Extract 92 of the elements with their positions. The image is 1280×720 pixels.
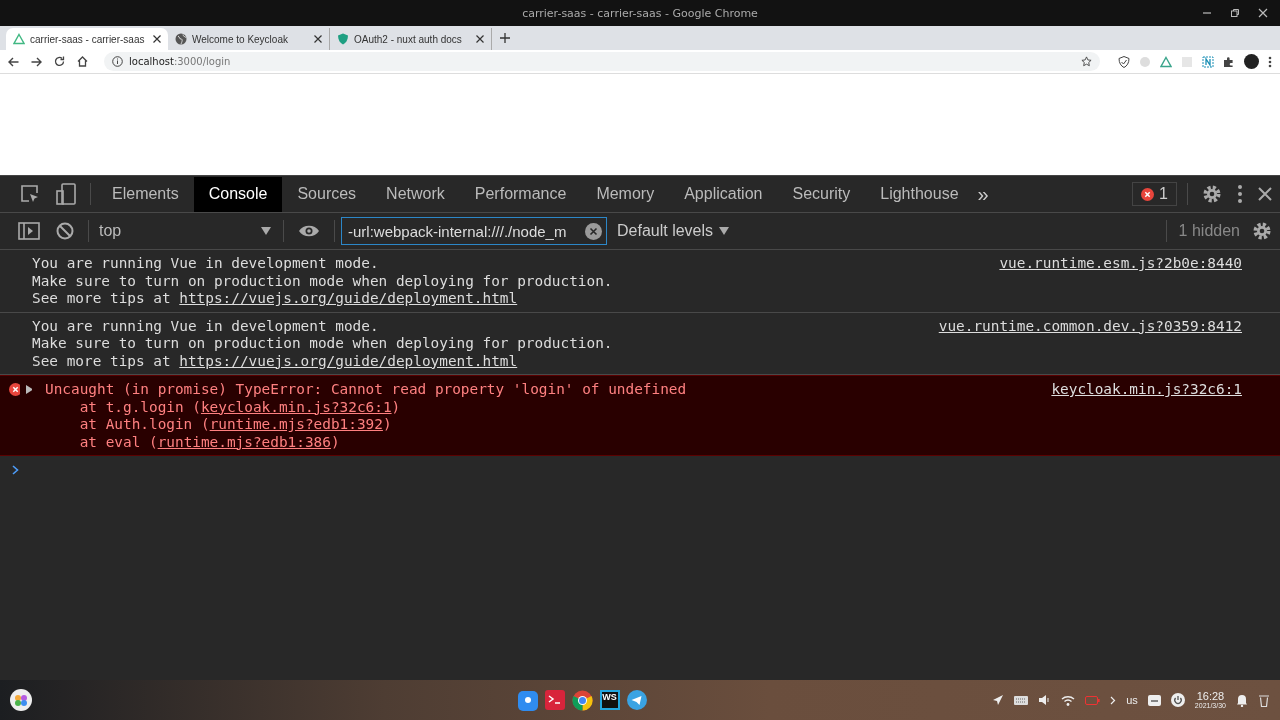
ide-icon[interactable]: WS bbox=[599, 690, 620, 710]
inspect-icon[interactable] bbox=[20, 184, 40, 204]
browser-tab[interactable]: carrier-saas - carrier-saas bbox=[6, 28, 168, 50]
url-text: localhost:3000/login bbox=[129, 56, 232, 67]
panel-tab[interactable]: Network bbox=[371, 176, 460, 212]
message-line: Uncaught (in promise) TypeError: Cannot read property 'login' of undefined bbox=[45, 381, 688, 399]
message-link[interactable]: runtime.mjs?edb1:386 bbox=[157, 433, 331, 450]
device-icon[interactable] bbox=[56, 183, 76, 205]
panel-tab[interactable]: Memory bbox=[581, 176, 670, 212]
panel-tab[interactable]: Lighthouse bbox=[865, 176, 974, 212]
message-line: You are running Vue in development mode. bbox=[32, 255, 380, 273]
shield-icon[interactable] bbox=[1118, 55, 1130, 68]
wifi-icon[interactable] bbox=[1061, 694, 1076, 706]
source-link[interactable]: vue.runtime.common.dev.js?0359:8412 bbox=[938, 317, 1242, 335]
log-levels-dropdown[interactable]: Default levels bbox=[617, 222, 730, 240]
notification-center-icon[interactable] bbox=[1147, 694, 1161, 706]
error-icon bbox=[1141, 187, 1155, 201]
back-icon[interactable] bbox=[8, 56, 19, 67]
message-line: See more tips at https://vuejs.org/guide/deployment.html bbox=[32, 352, 519, 370]
new-tab-icon[interactable] bbox=[500, 33, 510, 43]
trash-icon[interactable] bbox=[1258, 693, 1270, 707]
more-options-icon[interactable] bbox=[1238, 185, 1242, 203]
context-dropdown[interactable]: top bbox=[95, 222, 277, 240]
restore-icon[interactable] bbox=[1230, 8, 1240, 18]
extension-icon[interactable] bbox=[1202, 55, 1214, 68]
message-line: at eval (runtime.mjs?edb1:386) bbox=[78, 433, 341, 451]
message-line: See more tips at https://vuejs.org/guide/deployment.html bbox=[32, 290, 519, 308]
puzzle-icon[interactable] bbox=[1223, 55, 1235, 68]
star-icon[interactable] bbox=[1081, 56, 1092, 67]
filter-field[interactable]: -url:webpack-internal:///./node_m bbox=[341, 217, 607, 245]
forward-icon[interactable] bbox=[31, 56, 42, 67]
power-icon[interactable] bbox=[1170, 693, 1185, 707]
settings-icon[interactable] bbox=[1202, 184, 1222, 204]
panel-tab[interactable]: Elements bbox=[97, 176, 194, 212]
error-count: 1 bbox=[1159, 185, 1168, 203]
message-line: Make sure to turn on production mode when deploying for production. bbox=[32, 335, 614, 353]
message-link[interactable]: https://vuejs.org/guide/deployment.html bbox=[179, 352, 518, 369]
shield-icon bbox=[337, 33, 349, 45]
panel-tab[interactable]: Security bbox=[777, 176, 866, 212]
triangle-icon bbox=[13, 33, 25, 45]
message-line: You are running Vue in development mode. bbox=[32, 317, 380, 335]
menu-icon[interactable] bbox=[1268, 55, 1272, 68]
message-line: at Auth.login (runtime.mjs?edb1:392) bbox=[78, 416, 393, 434]
keyboard-icon[interactable] bbox=[1014, 695, 1029, 705]
panel-tab[interactable]: Performance bbox=[459, 176, 582, 212]
address-bar[interactable]: localhost:3000/login bbox=[104, 52, 1100, 71]
bell-icon[interactable] bbox=[1236, 693, 1248, 707]
avatar-icon[interactable] bbox=[1244, 54, 1259, 69]
panel-tab[interactable]: Application bbox=[669, 176, 778, 212]
globe-icon bbox=[175, 33, 187, 45]
panel-tab[interactable]: Console bbox=[193, 176, 283, 212]
keyboard-layout[interactable]: us bbox=[1126, 694, 1138, 706]
location-icon[interactable] bbox=[992, 694, 1005, 706]
message-link[interactable]: runtime.mjs?edb1:392 bbox=[209, 416, 383, 432]
message-line: at t.g.login (keycloak.min.js?32c6:1) bbox=[78, 398, 402, 416]
message-link[interactable]: https://vuejs.org/guide/deployment.html bbox=[179, 290, 518, 306]
triangle-icon[interactable] bbox=[1160, 55, 1172, 68]
send-icon[interactable] bbox=[626, 690, 647, 710]
clear-console-icon[interactable] bbox=[56, 222, 74, 240]
clear-icon[interactable] bbox=[585, 222, 602, 240]
window-title: carrier-saas - carrier-saas - Google Chrome bbox=[522, 6, 758, 20]
volume-icon[interactable] bbox=[1038, 694, 1052, 706]
source-link[interactable]: vue.runtime.esm.js?2b0e:8440 bbox=[999, 255, 1242, 273]
more-panels-button[interactable]: » bbox=[977, 182, 989, 206]
settings-icon[interactable] bbox=[1252, 221, 1272, 241]
error-count-badge[interactable]: 1 bbox=[1132, 182, 1177, 206]
home-icon[interactable] bbox=[77, 56, 88, 67]
close-icon[interactable] bbox=[1258, 187, 1272, 201]
close-icon[interactable] bbox=[153, 35, 161, 43]
close-icon[interactable] bbox=[476, 35, 484, 43]
expand-arrow-icon[interactable] bbox=[26, 385, 32, 394]
reload-icon[interactable] bbox=[54, 56, 65, 67]
terminal-icon[interactable] bbox=[544, 690, 565, 710]
close-icon[interactable] bbox=[1258, 8, 1268, 18]
clock-time[interactable]: 16:28 bbox=[1196, 691, 1225, 702]
prompt-icon[interactable] bbox=[12, 465, 19, 475]
eye-icon[interactable] bbox=[298, 224, 320, 238]
message-link[interactable]: keycloak.min.js?32c6:1 bbox=[200, 398, 392, 415]
panel-tab[interactable]: Sources bbox=[282, 176, 372, 212]
browser-icon[interactable] bbox=[571, 689, 593, 711]
error-icon bbox=[9, 383, 21, 396]
sidebar-toggle-icon[interactable] bbox=[18, 222, 40, 240]
chevron-icon[interactable] bbox=[1110, 695, 1117, 705]
dropdown-arrow-icon bbox=[719, 227, 730, 235]
launcher-icon[interactable] bbox=[10, 689, 32, 711]
info-icon bbox=[112, 56, 123, 67]
dropdown-arrow-icon bbox=[261, 227, 271, 235]
close-icon[interactable] bbox=[314, 35, 322, 43]
source-link[interactable]: keycloak.min.js?32c6:1 bbox=[1051, 381, 1242, 399]
message-line: Make sure to turn on production mode when deploying for production. bbox=[32, 272, 614, 290]
app-store-icon[interactable] bbox=[517, 689, 538, 711]
hidden-count: 1 hidden bbox=[1178, 222, 1240, 240]
